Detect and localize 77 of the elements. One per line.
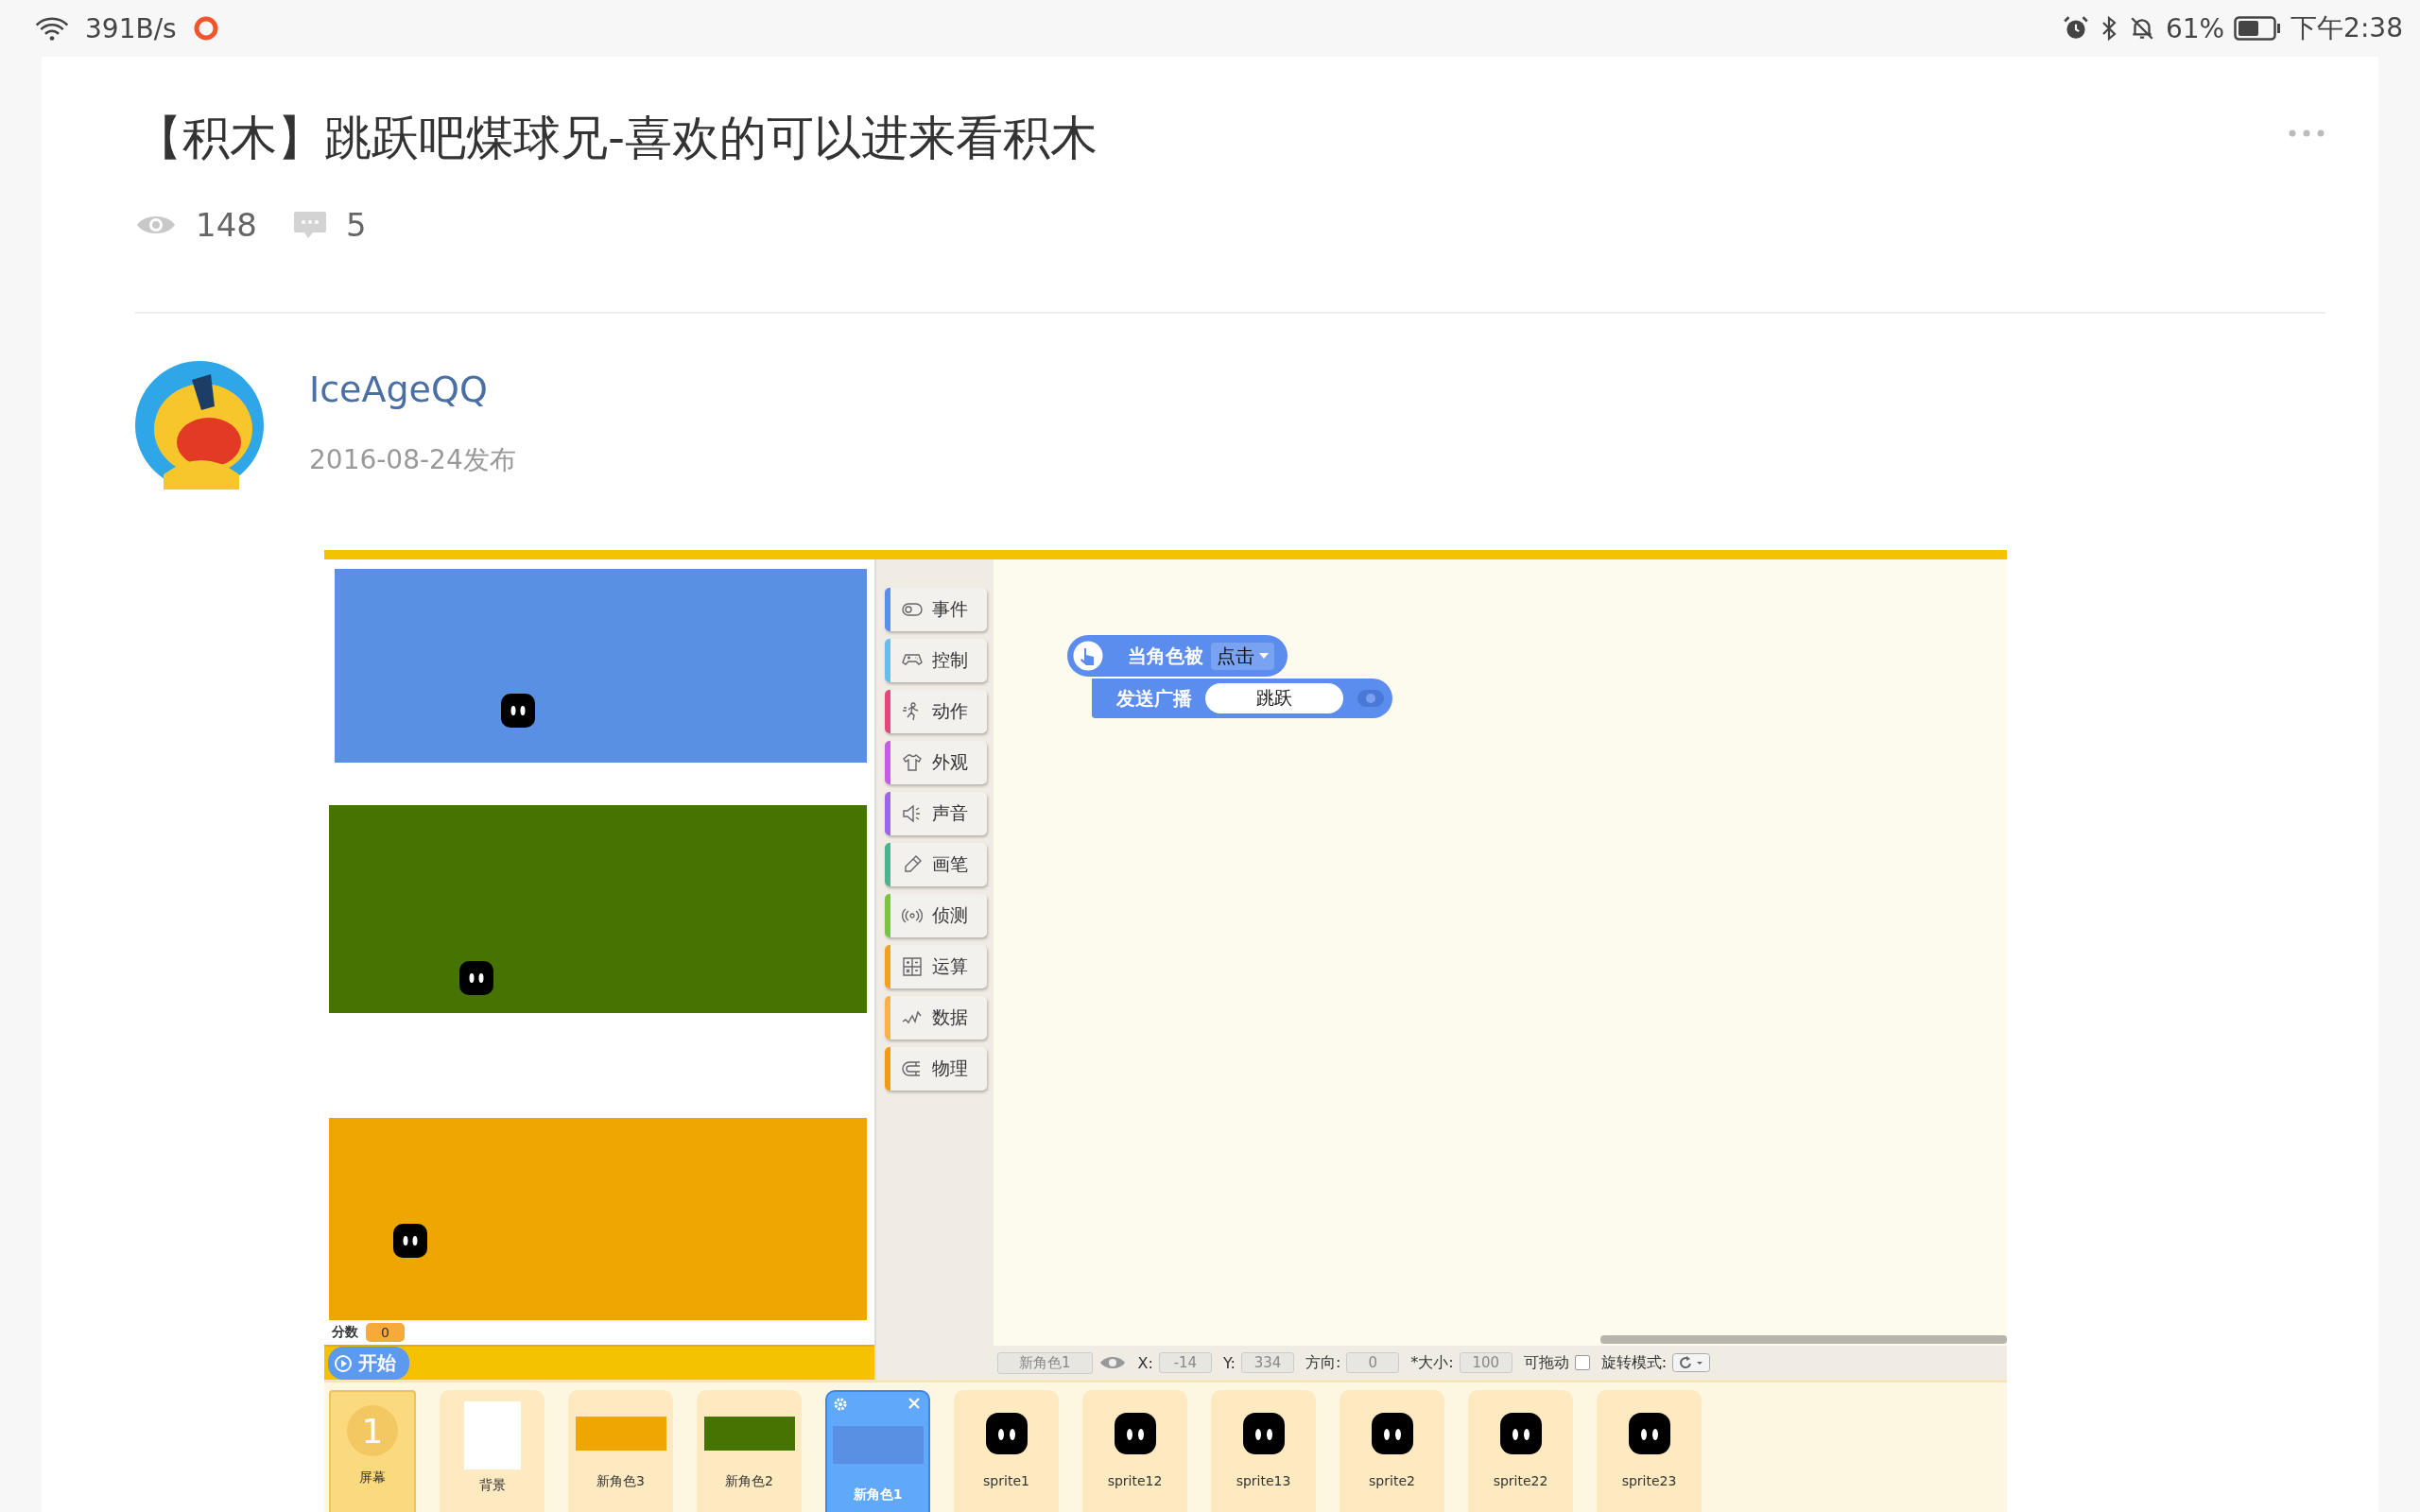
rotate-icon[interactable] <box>1672 1353 1711 1372</box>
coal-sprite <box>393 1224 427 1258</box>
sprite-thumbnail <box>463 1401 521 1469</box>
sprite-tile[interactable]: sprite23 <box>1597 1390 1702 1512</box>
sprite-tile[interactable]: 新角色2 <box>697 1390 802 1512</box>
screen-tile[interactable]: 1 屏幕 <box>329 1390 416 1512</box>
more-icon[interactable] <box>2288 129 2325 138</box>
size-label: *大小: <box>1410 1352 1454 1373</box>
gear-icon[interactable] <box>833 1397 848 1412</box>
coal-sprite <box>501 694 535 728</box>
sprite-name: sprite12 <box>1107 1473 1163 1488</box>
sprite-name: sprite2 <box>1369 1473 1415 1488</box>
battery-percent: 61% <box>2165 12 2225 44</box>
sprite-name: sprite13 <box>1236 1473 1291 1488</box>
category-button[interactable]: 数据 <box>885 996 987 1040</box>
author-name[interactable]: IceAgeQQ <box>309 369 516 410</box>
category-button[interactable]: 侦测 <box>885 894 987 937</box>
category-button[interactable]: 运算 <box>885 945 987 988</box>
coal-sprite <box>1114 1413 1156 1454</box>
draggable-label: 可拖动 <box>1523 1352 1569 1373</box>
screen-label: 屏幕 <box>359 1469 386 1486</box>
category-icon <box>900 751 925 774</box>
direction-label: 方向: <box>1305 1352 1341 1373</box>
coal-sprite <box>1499 1413 1542 1454</box>
sprite-name: sprite22 <box>1493 1473 1548 1488</box>
close-icon[interactable] <box>908 1397 921 1410</box>
sprite-tile[interactable]: sprite2 <box>1340 1390 1444 1512</box>
sprite-name: 新角色3 <box>596 1473 645 1490</box>
coal-sprite <box>985 1413 1028 1454</box>
score-value: 0 <box>366 1323 405 1342</box>
category-button[interactable]: 物理 <box>885 1047 987 1091</box>
sprite-tile[interactable]: 背景 <box>440 1390 544 1512</box>
category-button[interactable]: 画笔 <box>885 843 987 886</box>
scrollbar[interactable] <box>1600 1334 2007 1344</box>
message-input[interactable]: 跳跃 <box>1205 683 1343 713</box>
avatar[interactable] <box>135 361 264 490</box>
rotation-label: 旋转模式: <box>1600 1352 1668 1373</box>
coal-sprite <box>1242 1413 1285 1454</box>
broadcast-block[interactable]: 发送广播 跳跃 <box>1092 679 1392 718</box>
screen-number: 1 <box>347 1405 398 1456</box>
post-title: 【积木】跳跃吧煤球兄-喜欢的可以进来看积木 <box>135 110 1098 166</box>
x-label: X: <box>1137 1353 1153 1372</box>
coal-sprite <box>1628 1413 1670 1454</box>
category-button[interactable]: 控制 <box>885 639 987 682</box>
sprite-tile[interactable]: sprite1 <box>954 1390 1059 1512</box>
network-speed: 391B/s <box>85 12 177 44</box>
category-button[interactable]: 动作 <box>885 690 987 733</box>
view-count: 148 <box>196 206 257 244</box>
wifi-icon <box>34 15 70 42</box>
comment-icon <box>292 210 327 240</box>
y-label: Y: <box>1222 1353 1236 1372</box>
option-dropdown[interactable]: 点击 <box>1211 642 1274 670</box>
sprite-tile[interactable]: sprite13 <box>1211 1390 1316 1512</box>
sprite-name: sprite1 <box>983 1473 1029 1488</box>
sprite-name: sprite23 <box>1621 1473 1677 1488</box>
sprite-name: 背景 <box>478 1477 506 1494</box>
sprite-tile[interactable]: sprite12 <box>1082 1390 1187 1512</box>
sprite-name: 新角色1 <box>853 1486 903 1503</box>
toggle-icon <box>1357 688 1385 709</box>
category-button[interactable]: 事件 <box>885 588 987 631</box>
coal-sprite <box>459 961 493 995</box>
event-block[interactable]: 当角色被 点击 <box>1067 635 1288 677</box>
score-label: 分数 <box>332 1324 358 1341</box>
sprite-tile[interactable]: 新角色3 <box>568 1390 673 1512</box>
coal-sprite <box>1371 1413 1413 1454</box>
sprite-name: 新角色2 <box>725 1473 773 1490</box>
comment-count: 5 <box>345 206 367 244</box>
caret-icon <box>1259 653 1269 659</box>
category-button[interactable]: 外观 <box>885 741 987 784</box>
draggable-checkbox[interactable] <box>1574 1355 1590 1370</box>
category-button[interactable]: 声音 <box>885 792 987 835</box>
battery-icon <box>2234 16 2282 41</box>
post-date: 2016-08-24发布 <box>309 443 516 477</box>
category-icon <box>900 955 925 978</box>
clock: 下午2:38 <box>2290 11 2403 45</box>
play-icon <box>334 1353 353 1373</box>
sprite-tile[interactable]: sprite22 <box>1468 1390 1573 1512</box>
